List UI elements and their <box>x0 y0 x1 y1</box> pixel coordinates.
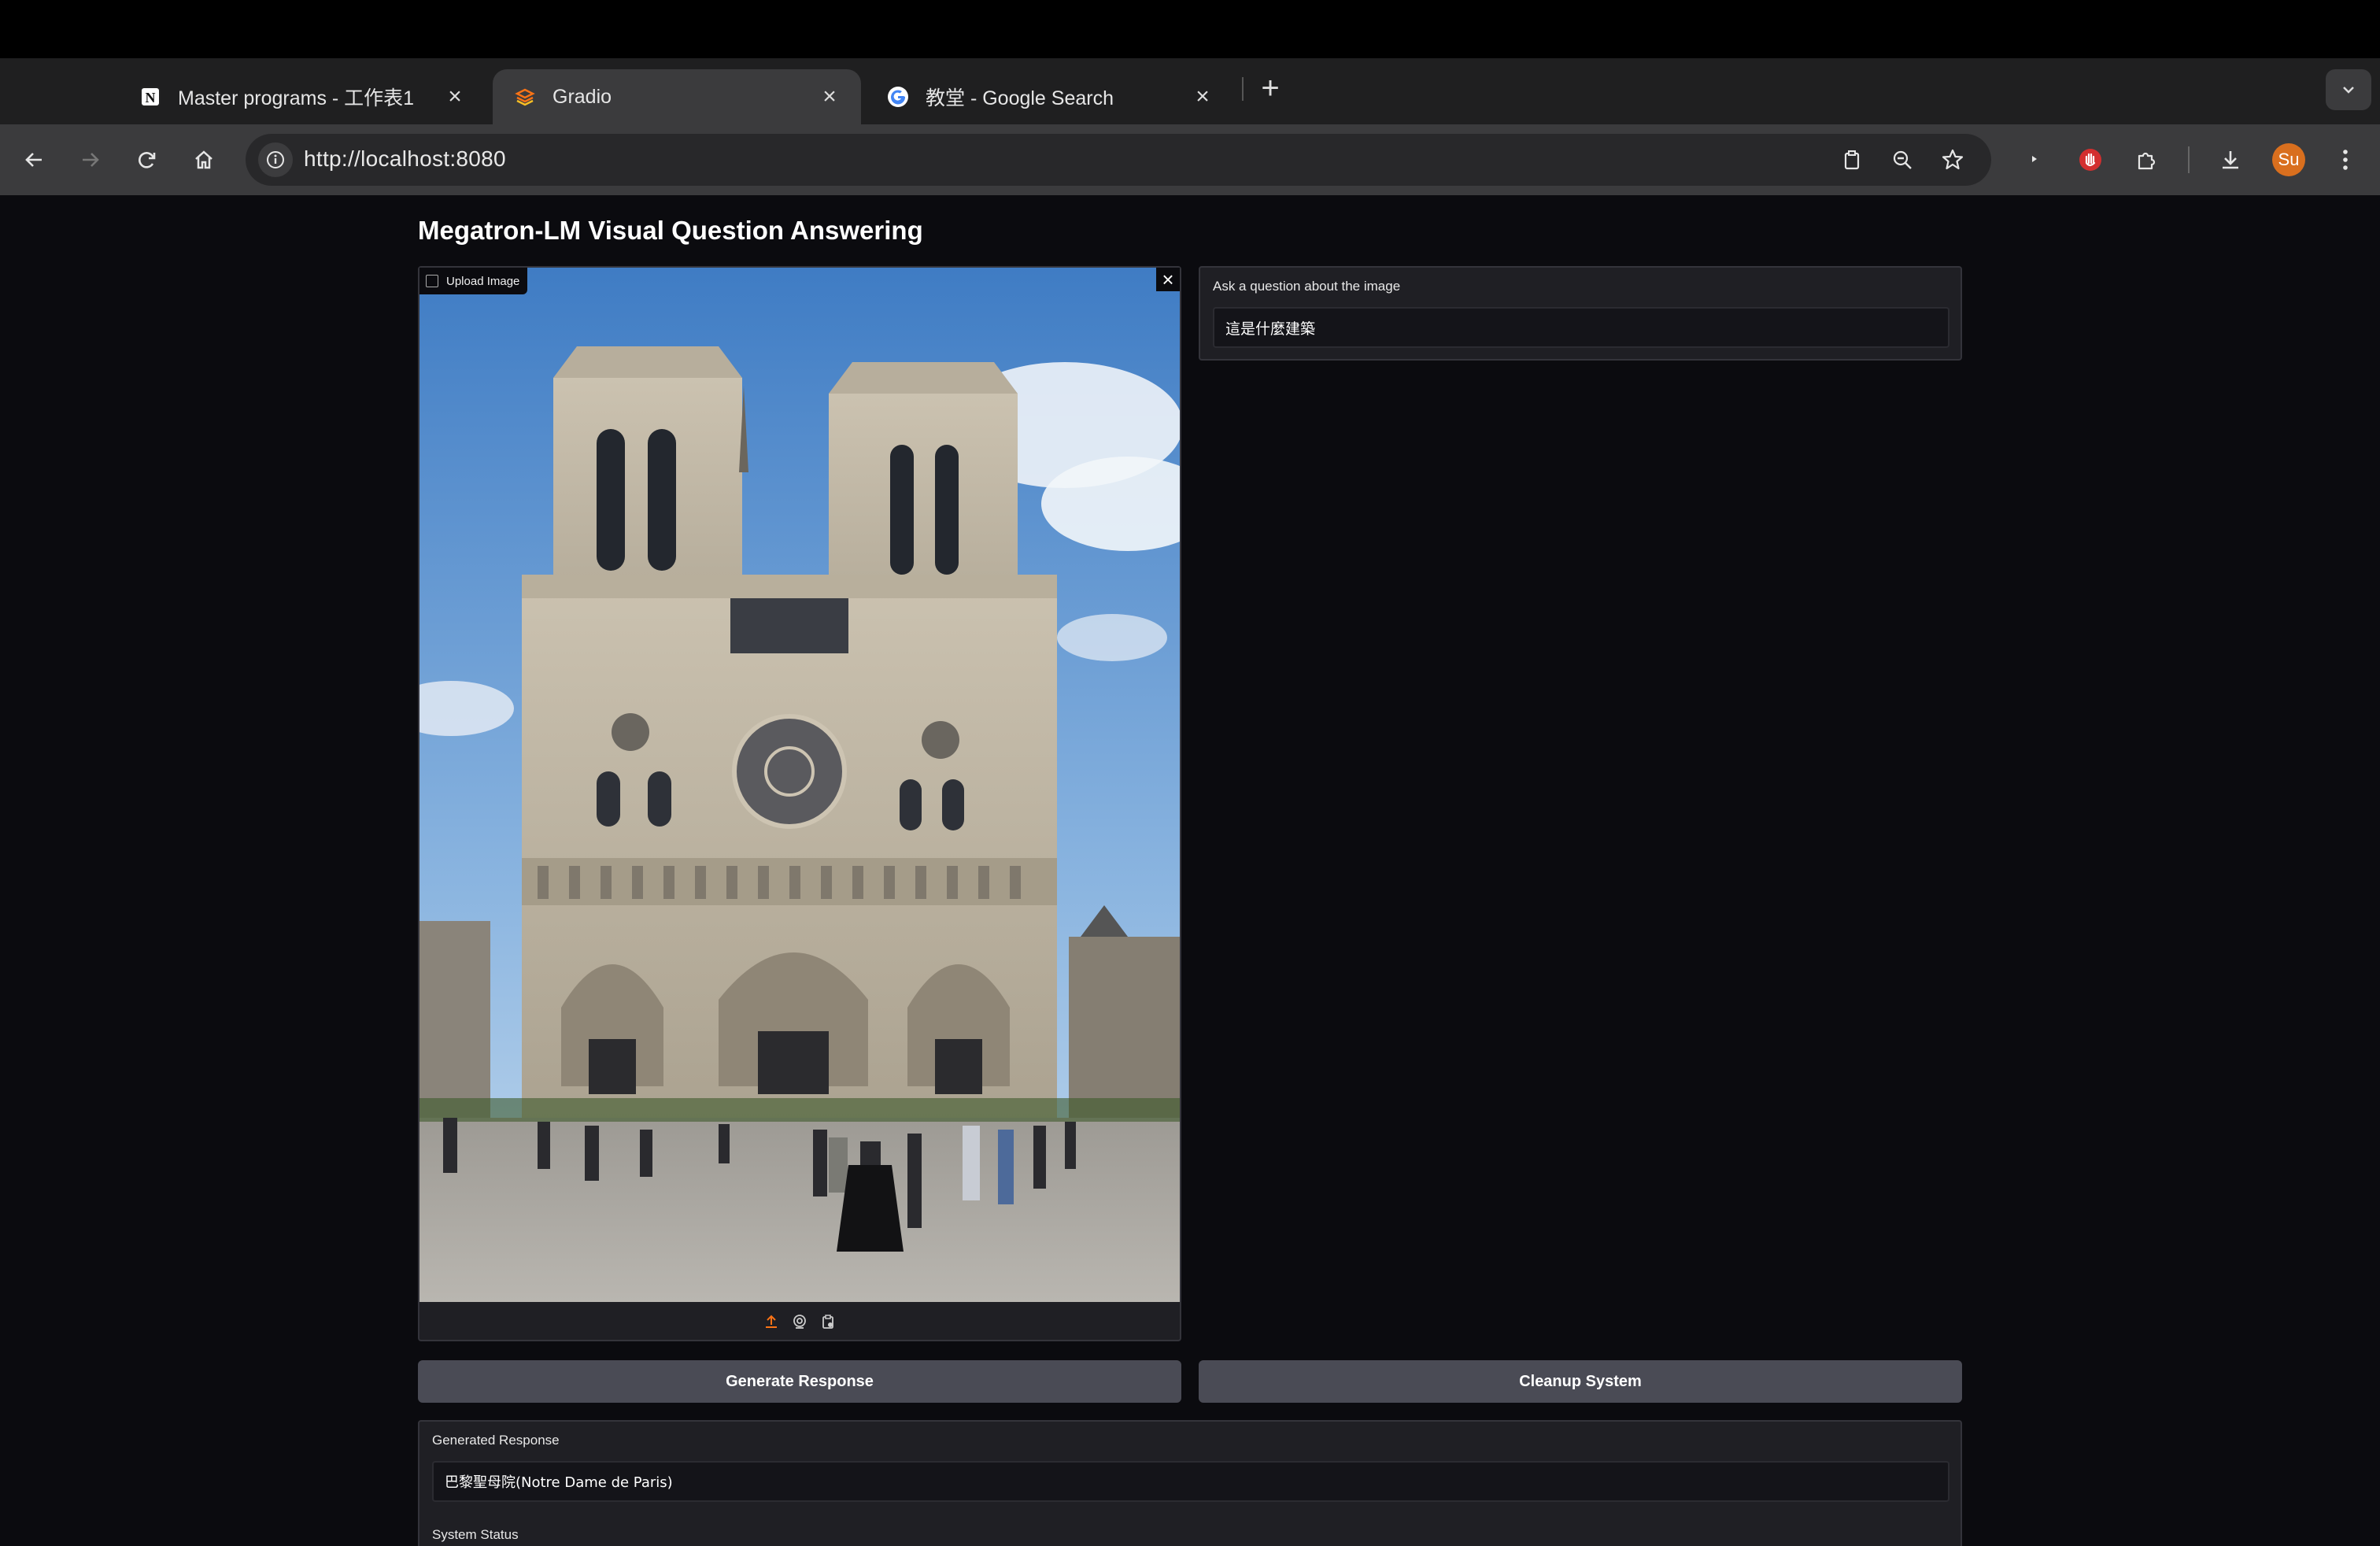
bookmark-star-icon[interactable] <box>1935 142 1971 178</box>
tab-title: Master programs - 工作表1 <box>178 87 415 109</box>
clipboard-icon[interactable] <box>1834 142 1870 178</box>
reload-icon[interactable] <box>129 142 165 178</box>
image-icon <box>426 275 438 287</box>
uploaded-cathedral-photo <box>419 268 1180 1302</box>
toolbar-divider <box>2188 146 2190 173</box>
question-label: Ask a question about the image <box>1213 279 1401 294</box>
forward-arrow-icon[interactable] <box>72 142 109 178</box>
gradio-app: Megatron-LM Visual Question Answering Up… <box>0 195 2380 1546</box>
adblock-hand-icon[interactable] <box>2072 142 2108 178</box>
clear-image-close-icon[interactable]: × <box>1156 268 1180 291</box>
close-tab-icon[interactable]: × <box>817 83 842 109</box>
page-title: Megatron-LM Visual Question Answering <box>418 216 923 245</box>
new-tab-plus-icon[interactable]: + <box>1255 72 1286 104</box>
tab-gradio[interactable]: Gradio × <box>493 69 861 124</box>
upload-icon[interactable] <box>763 1313 780 1330</box>
tab-master-programs[interactable]: N Master programs - 工作表1 × <box>118 69 486 124</box>
google-icon <box>886 85 910 109</box>
profile-avatar[interactable]: Su <box>2272 143 2305 176</box>
gradio-icon <box>513 85 537 109</box>
svg-text:N: N <box>146 90 156 105</box>
tab-title: Gradio <box>552 85 612 108</box>
browser-tab-strip: N Master programs - 工作表1 × Gradio × 教堂 -… <box>0 58 2380 124</box>
home-icon[interactable] <box>186 142 222 178</box>
image-panel-label: Upload Image <box>419 268 528 294</box>
close-tab-icon[interactable]: × <box>442 83 468 109</box>
zoom-out-icon[interactable] <box>1884 142 1920 178</box>
response-panel: Generated Response 巴黎聖母院(Notre Dame de P… <box>418 1420 1962 1546</box>
menu-kebab-icon[interactable] <box>2327 142 2363 178</box>
tab-title: 教堂 - Google Search <box>926 87 1114 109</box>
generate-response-button[interactable]: Generate Response <box>418 1360 1181 1403</box>
close-tab-icon[interactable]: × <box>1190 83 1215 109</box>
back-arrow-icon[interactable] <box>16 142 52 178</box>
extensions-puzzle-icon[interactable] <box>2129 142 2165 178</box>
os-top-bar <box>0 0 2380 58</box>
question-panel: Ask a question about the image <box>1199 266 1962 361</box>
response-label: Generated Response <box>432 1433 560 1448</box>
image-upload-panel[interactable]: Upload Image × <box>418 266 1181 1341</box>
browser-toolbar: http://localhost:8080 Su <box>0 124 2380 195</box>
site-info-icon[interactable] <box>258 142 293 177</box>
webcam-icon[interactable] <box>791 1313 808 1330</box>
system-status-label: System Status <box>432 1527 519 1542</box>
tab-google-search[interactable]: 教堂 - Google Search × <box>866 69 1234 124</box>
question-input[interactable] <box>1213 307 1949 348</box>
clipboard-icon[interactable] <box>819 1313 837 1330</box>
notion-icon: N <box>139 85 162 109</box>
download-icon[interactable] <box>2212 142 2249 178</box>
tab-search-chevron-icon[interactable] <box>2326 69 2371 110</box>
cleanup-system-button[interactable]: Cleanup System <box>1199 1360 1962 1403</box>
tab-separator <box>1242 77 1244 101</box>
media-play-icon[interactable] <box>2016 142 2053 178</box>
response-output[interactable]: 巴黎聖母院(Notre Dame de Paris) <box>432 1461 1949 1502</box>
url-text: http://localhost:8080 <box>304 146 506 171</box>
image-source-toolbar <box>419 1302 1180 1341</box>
address-bar[interactable]: http://localhost:8080 <box>246 134 1991 186</box>
